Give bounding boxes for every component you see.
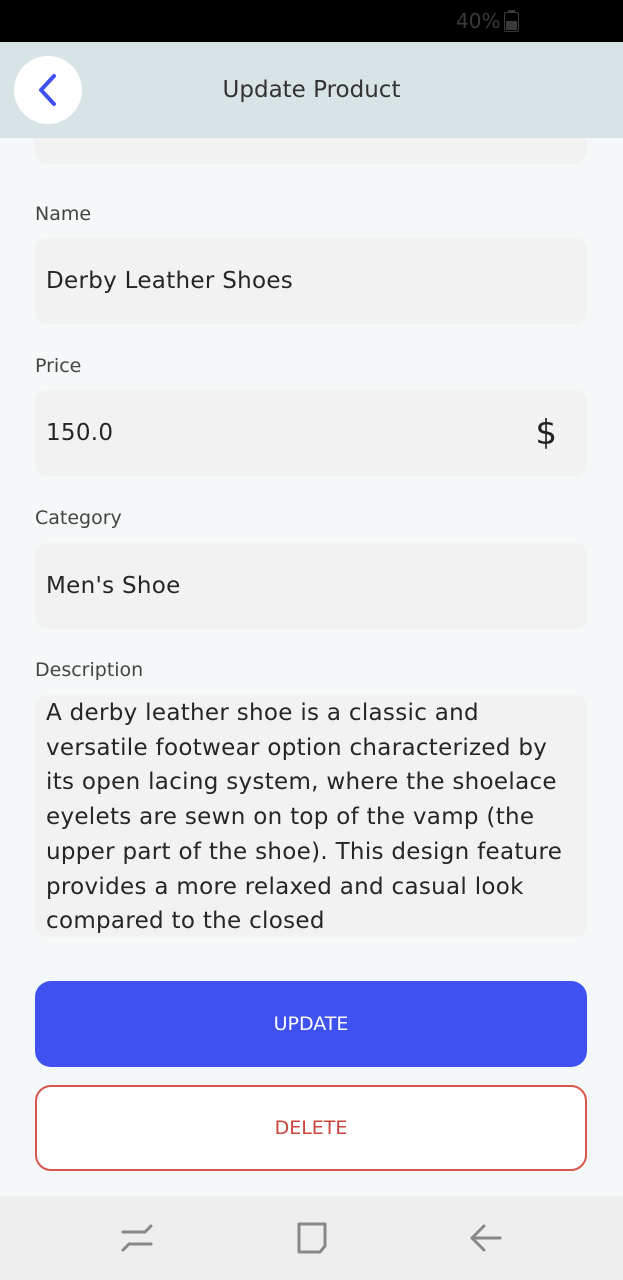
- category-label: Category: [35, 507, 122, 529]
- home-icon[interactable]: [292, 1218, 332, 1258]
- system-nav-bar: [0, 1196, 623, 1280]
- name-field[interactable]: Derby Leather Shoes: [35, 238, 587, 324]
- price-label: Price: [35, 355, 82, 377]
- battery-percentage: 40%: [456, 9, 501, 33]
- name-label: Name: [35, 203, 92, 225]
- recents-icon[interactable]: [117, 1218, 157, 1258]
- battery-icon: [504, 10, 519, 32]
- name-value: Derby Leather Shoes: [46, 268, 294, 294]
- dollar-icon: $: [535, 413, 557, 453]
- back-arrow-icon[interactable]: [466, 1218, 506, 1258]
- description-field[interactable]: A derby leather shoe is a classic and ve…: [35, 695, 587, 937]
- page-title: Update Product: [222, 77, 401, 103]
- chevron-left-icon: [39, 74, 56, 106]
- delete-button[interactable]: DELETE: [35, 1085, 587, 1171]
- description-value: A derby leather shoe is a classic and ve…: [46, 700, 563, 935]
- price-value: 150.0: [46, 420, 114, 446]
- back-button[interactable]: [14, 56, 82, 124]
- price-field[interactable]: 150.0 $: [35, 390, 587, 476]
- product-form: Name Derby Leather Shoes Price 150.0 $ C…: [0, 138, 623, 1196]
- status-bar: 40%: [0, 0, 623, 42]
- category-field[interactable]: Men's Shoe: [35, 543, 587, 629]
- app-bar: Update Product: [0, 42, 623, 138]
- update-button[interactable]: UPDATE: [35, 981, 587, 1067]
- image-field-edge: [35, 138, 587, 164]
- description-label: Description: [35, 659, 144, 681]
- category-value: Men's Shoe: [46, 573, 181, 599]
